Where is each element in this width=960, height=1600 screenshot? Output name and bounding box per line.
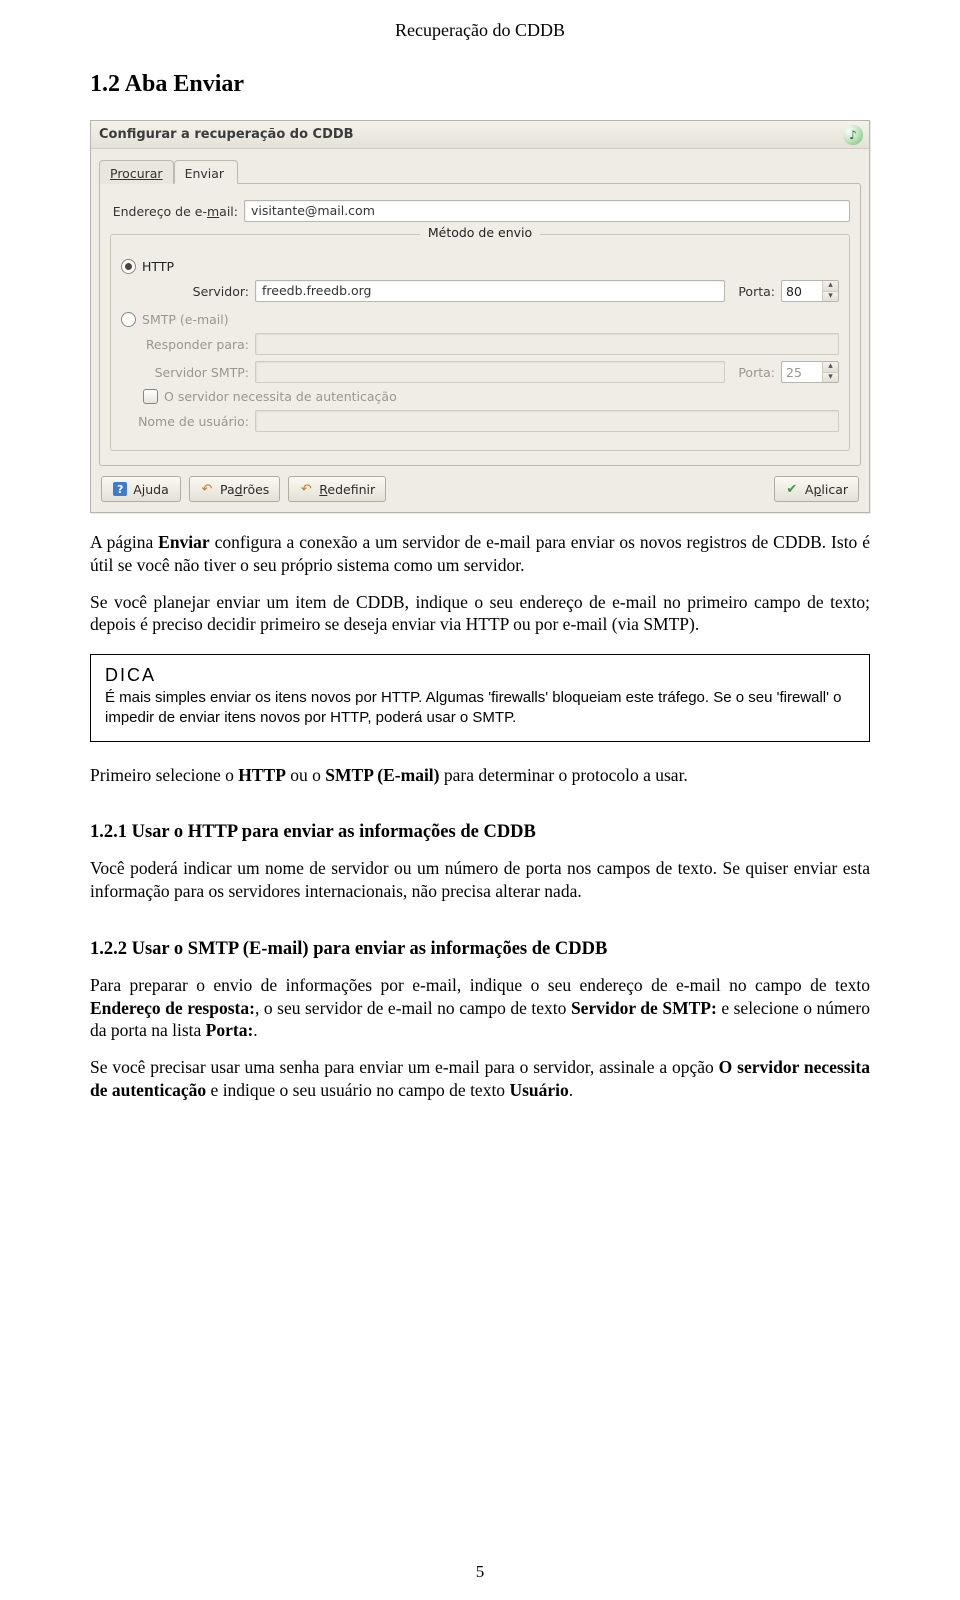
reset-button[interactable]: ↶ Redefinir [288,476,386,502]
smtp-server-label: Servidor SMTP: [143,365,249,380]
check-icon: ✔ [785,482,799,496]
chevron-down-icon[interactable]: ▾ [823,291,838,302]
running-title: Recuperação do CDDB [90,20,870,41]
tab-lookup-label: Procurar [110,166,163,181]
defaults-button-label: Padrões [220,482,269,497]
auth-checkbox-label: O servidor necessita de autenticação [164,389,397,404]
help-button-label: Ajuda [133,482,169,497]
http-server-field[interactable]: freedb.freedb.org [255,280,725,302]
subsection-smtp-heading: 1.2.2 Usar o SMTP (E-mail) para enviar a… [90,939,870,960]
defaults-button[interactable]: ↶ Padrões [189,476,280,502]
help-icon: ? [113,482,127,496]
auth-checkbox[interactable] [143,389,158,404]
help-button[interactable]: ? Ajuda [101,476,181,502]
smtp-port-spin[interactable]: 25 ▴ ▾ [781,361,839,383]
body-paragraph-3: Primeiro selecione o HTTP ou o SMTP (E-m… [90,764,870,787]
apply-button[interactable]: ✔ Aplicar [774,476,859,502]
http-port-value: 80 [782,281,822,301]
reply-to-field[interactable] [255,333,839,355]
section-heading: 1.2 Aba Enviar [90,71,870,98]
tab-send-label: Enviar [185,166,225,181]
http-server-label: Servidor: [143,284,249,299]
dialog-title: Configurar a recuperação do CDDB [99,127,354,142]
http-port-spin[interactable]: 80 ▴ ▾ [781,280,839,302]
send-method-group: Método de envio HTTP Servidor: freedb.fr… [110,234,850,451]
smtp-port-label: Porta: [731,365,775,380]
smtp-radio[interactable] [121,312,136,327]
tab-send[interactable]: Enviar [174,160,238,184]
http-port-label: Porta: [731,284,775,299]
tip-body: É mais simples enviar os itens novos por… [105,688,855,729]
dialog-titlebar: Configurar a recuperação do CDDB ♪ [91,121,869,149]
dialog-screenshot: Configurar a recuperação do CDDB ♪ Procu… [90,120,870,513]
tab-bar: Procurar Enviar [91,149,869,183]
http-radio[interactable] [121,259,136,274]
reply-to-label: Responder para: [143,337,249,352]
smtp-port-value: 25 [782,362,822,382]
http-paragraph: Você poderá indicar um nome de servidor … [90,857,870,903]
send-method-title: Método de envio [420,225,540,240]
chevron-up-icon[interactable]: ▴ [823,362,838,372]
intro-paragraph: A página Enviar configura a conexão a um… [90,531,870,577]
apply-button-label: Aplicar [805,482,848,497]
tip-title: DICA [105,665,855,686]
subsection-http-heading: 1.2.1 Usar o HTTP para enviar as informa… [90,822,870,843]
chevron-down-icon[interactable]: ▾ [823,372,838,383]
undo-icon: ↶ [200,482,214,496]
http-radio-label: HTTP [142,259,174,274]
page-number: 5 [0,1562,960,1582]
body-paragraph-2: Se você planejar enviar um item de CDDB,… [90,591,870,637]
tip-box: DICA É mais simples enviar os itens novo… [90,654,870,742]
username-label: Nome de usuário: [121,414,249,429]
undo-icon: ↶ [299,482,313,496]
email-field[interactable]: visitante@mail.com [244,200,850,222]
smtp-server-field[interactable] [255,361,725,383]
email-label: Endereço de e-mail: [110,204,238,219]
dialog-button-bar: ? Ajuda ↶ Padrões ↶ Redefinir ✔ [91,466,869,512]
chevron-up-icon[interactable]: ▴ [823,281,838,291]
send-panel: Endereço de e-mail: visitante@mail.com M… [99,183,861,466]
smtp-paragraph-1: Para preparar o envio de informações por… [90,974,870,1042]
username-field[interactable] [255,410,839,432]
smtp-paragraph-2: Se você precisar usar uma senha para env… [90,1056,870,1102]
reset-button-label: Redefinir [319,482,375,497]
smtp-radio-label: SMTP (e-mail) [142,312,229,327]
music-note-icon: ♪ [843,125,863,145]
tab-lookup[interactable]: Procurar [99,160,174,184]
